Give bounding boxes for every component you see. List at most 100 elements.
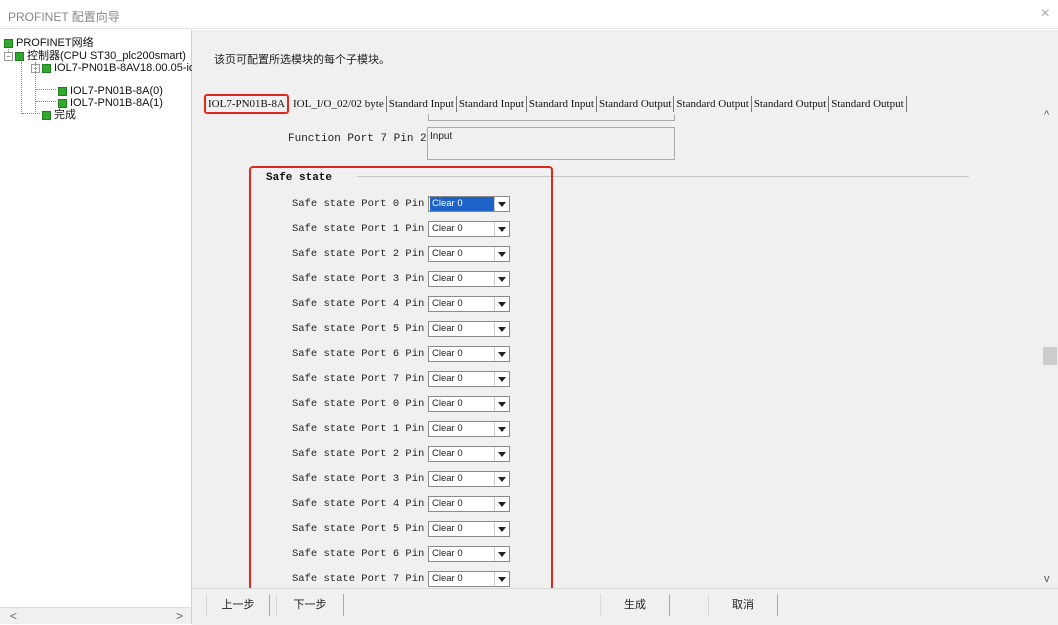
select-value: Clear 0: [432, 348, 463, 359]
safe-state-select[interactable]: Clear 0: [428, 521, 510, 537]
tree-item-label: IOL7-PN01B-8AV18.00.05-iol7: [54, 62, 204, 74]
safe-state-label: Safe state Port 7 Pin 2: [292, 573, 437, 585]
tree-horizontal-scrollbar[interactable]: < >: [0, 607, 191, 624]
tab-standard-output-3[interactable]: Standard Output: [752, 96, 830, 112]
safe-state-select[interactable]: Clear 0: [428, 471, 510, 487]
safe-state-select[interactable]: Clear 0: [428, 321, 510, 337]
collapse-icon[interactable]: −: [4, 51, 13, 61]
tree-item-controller[interactable]: − 控制器(CPU ST30_plc200smart): [4, 50, 186, 62]
safe-state-select[interactable]: Clear 0: [428, 421, 510, 437]
tree-connector: [21, 62, 22, 114]
collapse-icon[interactable]: −: [31, 63, 40, 73]
dropdown-arrow-icon[interactable]: [494, 222, 509, 236]
dropdown-arrow-icon[interactable]: [494, 322, 509, 336]
select-value: Clear 0: [432, 273, 463, 284]
main-panel: 该页可配置所选模块的每个子模块。 IOL7-PN01B-8A IOL_I/O_02…: [192, 30, 1058, 625]
prev-button[interactable]: 上一步: [206, 594, 270, 616]
safe-state-label: Safe state Port 3 Pin 4: [292, 273, 437, 285]
tree-item-done[interactable]: 完成: [42, 109, 76, 121]
tree-item-module-1[interactable]: IOL7-PN01B-8A(1): [58, 97, 163, 109]
safe-state-select[interactable]: Clear 0: [428, 271, 510, 287]
safe-state-label: Safe state Port 5 Pin 4: [292, 323, 437, 335]
safe-state-label: Safe state Port 5 Pin 2: [292, 523, 437, 535]
dropdown-arrow-icon[interactable]: [494, 272, 509, 286]
dropdown-arrow-icon[interactable]: [494, 572, 509, 586]
tab-standard-output-4[interactable]: Standard Output: [829, 96, 907, 112]
dropdown-arrow-icon[interactable]: [494, 497, 509, 511]
safe-state-select[interactable]: Clear 0: [428, 371, 510, 387]
safe-state-select[interactable]: Clear 0: [428, 196, 510, 212]
tree-item-label: IOL7-PN01B-8A(0): [70, 85, 163, 97]
tree-item-device[interactable]: − IOL7-PN01B-8AV18.00.05-iol7: [31, 62, 204, 74]
tree-item-network[interactable]: PROFINET网络: [4, 37, 94, 49]
tab-standard-input-3[interactable]: Standard Input: [527, 96, 597, 112]
tab-standard-input-1[interactable]: Standard Input: [387, 96, 457, 112]
tree-item-label: 控制器(CPU ST30_plc200smart): [27, 50, 186, 62]
dropdown-arrow-icon[interactable]: [494, 247, 509, 261]
tab-standard-output-2[interactable]: Standard Output: [674, 96, 752, 112]
tree-item-module-0[interactable]: IOL7-PN01B-8A(0): [58, 85, 163, 97]
network-node-icon: [4, 38, 13, 48]
tab-module[interactable]: IOL7-PN01B-8A: [204, 94, 289, 114]
safe-state-label: Safe state Port 7 Pin 4: [292, 373, 437, 385]
dropdown-arrow-icon[interactable]: [494, 347, 509, 361]
scrollbar-thumb[interactable]: [1043, 347, 1057, 365]
scroll-right-icon[interactable]: >: [176, 609, 183, 623]
scroll-down-icon[interactable]: v: [1044, 573, 1050, 585]
dropdown-arrow-icon[interactable]: [494, 397, 509, 411]
safe-state-label: Safe state Port 0 Pin 4: [292, 198, 437, 210]
function-port-field[interactable]: Input: [427, 127, 675, 160]
group-divider: [357, 176, 969, 177]
done-node-icon: [42, 110, 51, 120]
safe-state-label: Safe state Port 4 Pin 4: [292, 298, 437, 310]
safe-state-label: Safe state Port 3 Pin 2: [292, 473, 437, 485]
title-bar: PROFINET 配置向导 ×: [0, 0, 1058, 29]
scroll-up-icon[interactable]: ^: [1044, 109, 1049, 121]
safe-state-select[interactable]: Clear 0: [428, 221, 510, 237]
select-value: Clear 0: [432, 473, 463, 484]
dropdown-arrow-icon[interactable]: [494, 547, 509, 561]
dropdown-arrow-icon[interactable]: [494, 372, 509, 386]
safe-state-select[interactable]: Clear 0: [428, 496, 510, 512]
safe-state-label: Safe state Port 6 Pin 4: [292, 348, 437, 360]
safe-state-select[interactable]: Clear 0: [428, 396, 510, 412]
select-value: Clear 0: [432, 448, 463, 459]
submodule-tabs: IOL7-PN01B-8A IOL_I/O_02/02 byte Standard …: [204, 94, 907, 114]
tab-standard-output-1[interactable]: Standard Output: [597, 96, 675, 112]
safe-state-label: Safe state Port 1 Pin 2: [292, 423, 437, 435]
close-icon[interactable]: ×: [1041, 5, 1050, 23]
safe-state-select[interactable]: Clear 0: [428, 446, 510, 462]
controller-node-icon: [15, 51, 24, 61]
safe-state-select[interactable]: Clear 0: [428, 546, 510, 562]
dropdown-arrow-icon[interactable]: [494, 297, 509, 311]
select-value: Clear 0: [432, 248, 463, 259]
select-value: Clear 0: [432, 523, 463, 534]
function-port-label: Function Port 7 Pin 2: [288, 133, 427, 145]
safe-state-select[interactable]: Clear 0: [428, 346, 510, 362]
dropdown-arrow-icon[interactable]: [494, 447, 509, 461]
project-tree: PROFINET网络 − 控制器(CPU ST30_plc200smart) − I…: [0, 30, 204, 624]
tab-standard-input-2[interactable]: Standard Input: [457, 96, 527, 112]
cancel-button[interactable]: 取消: [708, 594, 778, 616]
previous-field-box: [428, 114, 675, 121]
tree-item-label: PROFINET网络: [16, 37, 94, 49]
next-button[interactable]: 下一步: [276, 594, 344, 616]
dropdown-arrow-icon[interactable]: [494, 522, 509, 536]
tab-iol-io[interactable]: IOL_I/O_02/02 byte: [291, 96, 387, 112]
safe-state-label: Safe state Port 0 Pin 2: [292, 398, 437, 410]
dropdown-arrow-icon[interactable]: [494, 472, 509, 486]
generate-button[interactable]: 生成: [600, 594, 670, 616]
tree-item-label: 完成: [54, 109, 76, 121]
dropdown-arrow-icon[interactable]: [494, 422, 509, 436]
scroll-left-icon[interactable]: <: [10, 609, 17, 623]
safe-state-select[interactable]: Clear 0: [428, 296, 510, 312]
safe-state-label: Safe state Port 6 Pin 2: [292, 548, 437, 560]
tree-item-label: IOL7-PN01B-8A(1): [70, 97, 163, 109]
device-node-icon: [42, 63, 51, 73]
safe-state-select[interactable]: Clear 0: [428, 571, 510, 587]
select-value: Clear 0: [432, 323, 463, 334]
select-value: Clear 0: [430, 197, 494, 211]
vertical-scrollbar[interactable]: ^ v: [1042, 105, 1058, 587]
safe-state-select[interactable]: Clear 0: [428, 246, 510, 262]
dropdown-arrow-icon[interactable]: [494, 197, 509, 211]
